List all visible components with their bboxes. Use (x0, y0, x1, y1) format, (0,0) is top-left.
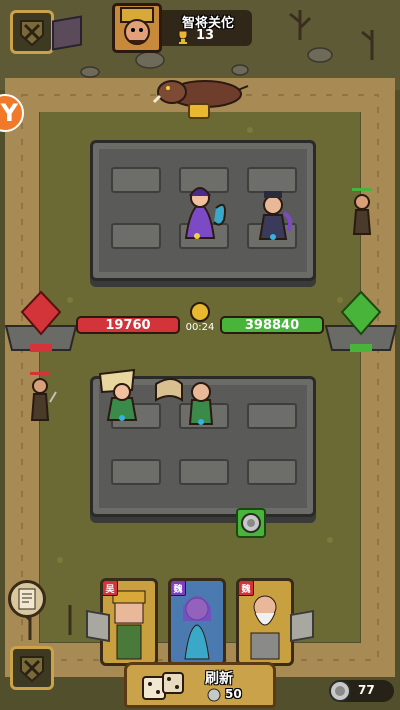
board-slot[interactable] (247, 459, 297, 485)
faction-badge: 魏 (239, 581, 254, 596)
hero-unit-sorceress[interactable] (176, 178, 232, 240)
coin-icon (329, 680, 351, 702)
faction-badge: 吴 (103, 581, 118, 596)
enemy-hp-bar: 19760 (76, 316, 180, 334)
scroll-log-button[interactable] (8, 580, 46, 618)
board-slot[interactable] (111, 223, 161, 249)
opponent-avatar[interactable] (112, 3, 162, 53)
enemy-gem-tower (4, 290, 78, 352)
banner-ribbon (52, 15, 82, 51)
enemy-hp-value: 19760 (105, 317, 151, 333)
hero-card-2[interactable]: 魏 (168, 578, 226, 666)
hero-unit-scroll-scholar[interactable] (152, 370, 228, 426)
refresh-label: 刷新 (205, 671, 233, 687)
trophy-icon (176, 29, 190, 44)
currency-display: 77 (329, 680, 394, 702)
card-ribbon-right (290, 609, 314, 643)
enemy-foot-soldier[interactable] (346, 188, 378, 238)
scroll-icon (18, 588, 36, 610)
chest-icon (188, 103, 210, 119)
trophy-count: 13 (196, 28, 215, 43)
board-slot[interactable] (111, 167, 161, 193)
currency-amount: 77 (358, 683, 375, 697)
coin-icon (241, 513, 261, 533)
team-banner-button[interactable] (10, 646, 54, 690)
player-hp-bar: 398840 (220, 316, 324, 334)
board-slot[interactable] (111, 459, 161, 485)
player-hp-value: 398840 (244, 317, 300, 333)
hero-unit-fan-strategist[interactable] (94, 364, 158, 422)
summon-coin-button[interactable] (236, 508, 266, 538)
player-gem-tower (324, 290, 398, 352)
battle-timer: 00:24 (185, 322, 215, 333)
coin-icon (207, 688, 221, 702)
opponent-info-panel: 智将关佗 13 (162, 10, 252, 46)
shield-swords-icon (20, 20, 44, 47)
refresh-cost: 50 (225, 687, 242, 701)
faction-badge: 魏 (171, 581, 186, 596)
board-slot[interactable] (247, 403, 297, 429)
dice-icon (142, 672, 184, 700)
refresh-button[interactable]: 刷新 50 (124, 662, 276, 708)
general-portrait-icon (120, 7, 154, 45)
card-ribbon-left (86, 609, 110, 643)
clock-icon (190, 302, 210, 322)
player-foot-soldier[interactable] (24, 372, 58, 424)
board-slot[interactable] (179, 459, 229, 485)
menu-banner-button[interactable] (10, 10, 54, 54)
hero-card-3[interactable]: 魏 (236, 578, 294, 666)
hero-unit-warrior[interactable] (248, 185, 298, 241)
shield-swords-icon (20, 656, 44, 683)
